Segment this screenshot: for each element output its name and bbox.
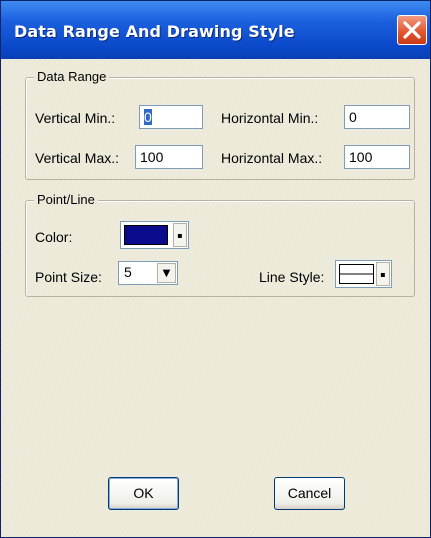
- title-bar[interactable]: Data Range And Drawing Style: [1, 1, 430, 59]
- horizontal-min-label: Horizontal Min.:: [221, 110, 319, 126]
- vertical-min-value: 0: [144, 109, 152, 125]
- line-style-picker[interactable]: ▪: [335, 260, 392, 288]
- point-size-select[interactable]: 5 ▼: [118, 261, 178, 285]
- color-label: Color:: [35, 229, 73, 245]
- horizontal-min-value: 0: [349, 109, 357, 125]
- point-size-label: Point Size:: [35, 269, 102, 285]
- data-range-group: Data Range Vertical Min.: 0 Horizontal M…: [25, 69, 415, 180]
- vertical-max-value: 100: [140, 149, 164, 165]
- color-dropdown-button[interactable]: ▪: [173, 223, 187, 247]
- dot-icon: ▪: [177, 231, 183, 240]
- point-line-group: Point/Line Color: ▪ Point Size: 5 ▼ Line…: [25, 192, 415, 297]
- ok-button[interactable]: OK: [108, 477, 179, 510]
- close-button[interactable]: [397, 15, 427, 45]
- window-title: Data Range And Drawing Style: [14, 22, 295, 41]
- color-swatch: [124, 225, 168, 245]
- vertical-max-label: Vertical Max.:: [35, 150, 120, 166]
- dialog-window: Data Range And Drawing Style Data Range …: [0, 0, 431, 538]
- point-size-value: 5: [124, 264, 132, 280]
- line-style-label: Line Style:: [259, 269, 325, 285]
- point-size-dropdown-button[interactable]: ▼: [157, 263, 176, 283]
- horizontal-min-input[interactable]: 0: [344, 105, 410, 129]
- horizontal-max-value: 100: [349, 149, 373, 165]
- chevron-down-icon: ▼: [162, 268, 171, 279]
- line-style-dropdown-button[interactable]: ▪: [376, 262, 390, 286]
- horizontal-max-input[interactable]: 100: [344, 145, 410, 169]
- dialog-body: Data Range Vertical Min.: 0 Horizontal M…: [4, 59, 427, 534]
- color-picker[interactable]: ▪: [120, 221, 189, 249]
- horizontal-max-label: Horizontal Max.:: [221, 150, 323, 166]
- dot-icon: ▪: [380, 270, 386, 279]
- point-line-group-title: Point/Line: [34, 192, 98, 207]
- vertical-min-input[interactable]: 0: [139, 105, 203, 129]
- vertical-max-input[interactable]: 100: [135, 145, 203, 169]
- close-icon: [403, 21, 421, 39]
- data-range-group-title: Data Range: [34, 69, 110, 84]
- cancel-button[interactable]: Cancel: [274, 477, 345, 510]
- line-style-icon: [339, 264, 374, 284]
- vertical-min-label: Vertical Min.:: [35, 110, 116, 126]
